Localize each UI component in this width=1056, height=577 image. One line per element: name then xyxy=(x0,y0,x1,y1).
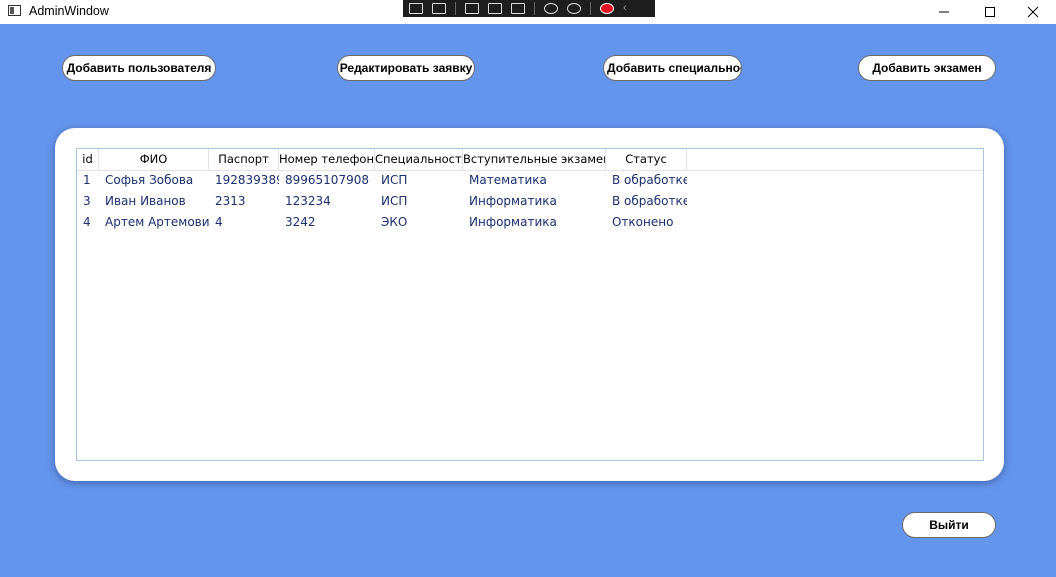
cell-specialty: ИСП xyxy=(381,194,408,208)
cell-fio: Софья Зобова xyxy=(105,173,194,187)
cell-status: В обработке xyxy=(612,194,687,208)
hot-reload-icon[interactable] xyxy=(544,3,558,14)
cell-id: 3 xyxy=(83,194,91,208)
column-header-status[interactable]: Статус xyxy=(606,149,687,170)
minimize-icon xyxy=(939,11,949,13)
toolbar-separator xyxy=(534,2,535,15)
maximize-icon xyxy=(985,7,995,17)
cell-passport: 192839389 xyxy=(215,173,279,187)
close-button[interactable] xyxy=(1010,0,1056,24)
stop-icon[interactable] xyxy=(600,3,614,14)
column-header-fio[interactable]: ФИО xyxy=(99,149,209,170)
track-focus-icon[interactable] xyxy=(511,3,525,14)
maximize-button[interactable] xyxy=(967,0,1013,24)
cell-status: Отконено xyxy=(612,215,674,229)
cell-phone: 3242 xyxy=(285,215,316,229)
column-header-exams[interactable]: Вступительные экзамены xyxy=(463,149,606,170)
cell-specialty: ЭКО xyxy=(381,215,408,229)
table-row[interactable]: 3 Иван Иванов 2313 123234 ИСП Информатик… xyxy=(77,191,983,212)
exit-button[interactable]: Выйти xyxy=(902,512,996,538)
cell-passport: 2313 xyxy=(215,194,246,208)
column-header-id[interactable]: id xyxy=(77,149,99,170)
app-window-icon xyxy=(8,5,21,16)
live-tree-icon[interactable] xyxy=(409,3,423,14)
cell-phone: 123234 xyxy=(285,194,331,208)
applications-grid[interactable]: id ФИО Паспорт Номер телефона Специально… xyxy=(76,148,984,461)
chevron-left-icon[interactable]: ‹ xyxy=(623,3,627,14)
table-row[interactable]: 4 Артем Артемович 4 3242 ЭКО Информатика… xyxy=(77,212,983,233)
cell-id: 1 xyxy=(83,173,91,187)
toolbar-separator xyxy=(455,2,456,15)
add-user-button[interactable]: Добавить пользователя xyxy=(62,55,216,81)
video-camera-icon[interactable] xyxy=(432,3,446,14)
cell-fio: Иван Иванов xyxy=(105,194,186,208)
xaml-debug-toolbar: ‹ xyxy=(403,0,655,17)
cell-exams: Информатика xyxy=(469,215,557,229)
column-header-phone[interactable]: Номер телефона xyxy=(279,149,375,170)
cell-status: В обработке xyxy=(612,173,687,187)
grid-header: id ФИО Паспорт Номер телефона Специально… xyxy=(77,149,983,171)
window-title: AdminWindow xyxy=(29,4,109,18)
close-icon xyxy=(1027,6,1039,18)
cell-passport: 4 xyxy=(215,215,223,229)
column-header-passport[interactable]: Паспорт xyxy=(209,149,279,170)
select-element-icon[interactable] xyxy=(465,3,479,14)
toolbar-separator xyxy=(590,2,591,15)
cell-id: 4 xyxy=(83,215,91,229)
accessibility-icon[interactable] xyxy=(567,3,581,14)
cell-phone: 89965107908 xyxy=(285,173,369,187)
display-adorners-icon[interactable] xyxy=(488,3,502,14)
minimize-button[interactable] xyxy=(921,0,967,24)
cell-exams: Информатика xyxy=(469,194,557,208)
cell-exams: Математика xyxy=(469,173,547,187)
column-header-specialty[interactable]: Специальность xyxy=(375,149,463,170)
edit-request-button[interactable]: Редактировать заявку xyxy=(337,55,475,81)
add-exam-button[interactable]: Добавить экзамен xyxy=(858,55,996,81)
add-specialty-button[interactable]: Добавить специальность xyxy=(603,55,742,81)
table-row[interactable]: 1 Софья Зобова 192839389 89965107908 ИСП… xyxy=(77,170,983,191)
cell-specialty: ИСП xyxy=(381,173,408,187)
cell-fio: Артем Артемович xyxy=(105,215,209,229)
